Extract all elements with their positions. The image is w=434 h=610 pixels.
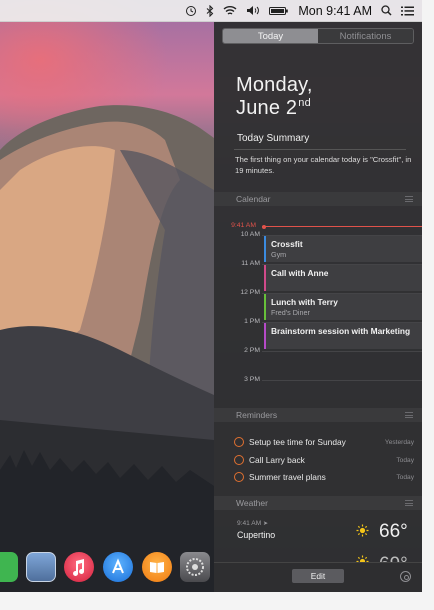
- drag-handle-icon[interactable]: [405, 412, 413, 418]
- reminder-label: Call Larry back: [249, 455, 305, 465]
- tab-notifications[interactable]: Notifications: [318, 29, 413, 43]
- drag-handle-icon[interactable]: [405, 196, 413, 202]
- calendar-event[interactable]: Call with Anne: [264, 265, 422, 291]
- hour-line: [262, 380, 422, 381]
- reminder-label: Setup tee time for Sunday: [249, 437, 346, 447]
- hour-label: 10 AM: [240, 231, 260, 238]
- view-segmented-control: Today Notifications: [222, 28, 414, 44]
- weather-section-title: Weather: [236, 498, 268, 508]
- app-store-icon[interactable]: [103, 552, 133, 582]
- notification-center-icon[interactable]: [401, 0, 414, 22]
- reminder-item[interactable]: Setup tee time for Sunday Yesterday: [234, 435, 414, 449]
- reminder-label: Summer travel plans: [249, 472, 326, 482]
- tab-today[interactable]: Today: [223, 29, 318, 43]
- reminder-due: Today: [396, 456, 414, 464]
- event-title: Brainstorm session with Marketing: [271, 326, 411, 336]
- event-title: Call with Anne: [271, 268, 329, 278]
- event-title: Crossfit: [271, 239, 303, 249]
- ibooks-icon[interactable]: [142, 552, 172, 582]
- calendar-event[interactable]: Brainstorm session with Marketing: [264, 323, 422, 349]
- event-location: Fred's Diner: [271, 308, 310, 317]
- weather-temperature: 66°: [379, 521, 408, 542]
- hour-label: 12 PM: [240, 289, 260, 296]
- hour-line: [262, 351, 422, 352]
- facetime-icon[interactable]: [0, 552, 18, 582]
- bluetooth-icon[interactable]: [206, 0, 214, 22]
- edit-bar: Edit: [214, 562, 422, 592]
- volume-icon[interactable]: [246, 0, 260, 22]
- calendar-event[interactable]: Lunch with Terry Fred's Diner: [264, 294, 422, 320]
- reminder-due: Yesterday: [384, 438, 414, 446]
- date-ordinal-suffix: nd: [298, 97, 311, 110]
- calendar-section-title: Calendar: [236, 194, 271, 204]
- summary-divider: [234, 149, 406, 150]
- calendar-section-header[interactable]: Calendar: [214, 192, 422, 206]
- today-summary-title: Today Summary: [237, 133, 310, 144]
- reminders-section-header[interactable]: Reminders: [214, 408, 422, 422]
- reminder-item[interactable]: Call Larry back Today: [234, 453, 414, 467]
- event-title: Lunch with Terry: [271, 297, 338, 307]
- location-arrow-icon: ➤: [263, 521, 269, 527]
- today-summary-text: The first thing on your calendar today i…: [235, 155, 412, 175]
- current-time-line: [262, 226, 422, 227]
- reminder-checkbox[interactable]: [234, 472, 244, 482]
- wifi-icon[interactable]: [223, 0, 237, 22]
- gear-icon[interactable]: [400, 571, 411, 582]
- menu-bar: Mon 9:41 AM: [0, 0, 422, 22]
- reminder-checkbox[interactable]: [234, 455, 244, 465]
- battery-icon[interactable]: [269, 0, 289, 22]
- system-preferences-icon[interactable]: [180, 552, 210, 582]
- date-weekday: Monday,: [236, 74, 313, 96]
- hour-label: 1 PM: [244, 318, 260, 325]
- weather-time: 9:41 AM ➤: [237, 520, 268, 527]
- sun-icon: [356, 524, 369, 537]
- preview-icon[interactable]: [26, 552, 56, 582]
- weather-city: Cupertino: [237, 530, 276, 540]
- notification-center-panel: Today Notifications Monday, June 2nd Tod…: [214, 22, 422, 592]
- weather-time-text: 9:41 AM: [237, 520, 262, 527]
- calendar-event[interactable]: Crossfit Gym: [264, 236, 422, 262]
- reminder-due: Today: [396, 473, 414, 481]
- drag-handle-icon[interactable]: [405, 500, 413, 506]
- hour-label: 11 AM: [241, 260, 260, 267]
- weather-section-header[interactable]: Weather: [214, 496, 422, 510]
- itunes-icon[interactable]: [64, 552, 94, 582]
- current-time-dot: [262, 224, 266, 229]
- current-time-label: 9:41 AM: [231, 222, 256, 229]
- date-day: June 2nd: [236, 97, 311, 120]
- spotlight-icon[interactable]: [381, 0, 392, 22]
- event-location: Gym: [271, 250, 287, 259]
- hour-label: 2 PM: [244, 347, 260, 354]
- hour-label: 3 PM: [244, 376, 260, 383]
- reminders-section-title: Reminders: [236, 410, 278, 420]
- edit-button[interactable]: Edit: [292, 569, 344, 583]
- reminder-item[interactable]: Summer travel plans Today: [234, 470, 414, 484]
- time-machine-icon[interactable]: [185, 0, 197, 22]
- reminder-checkbox[interactable]: [234, 437, 244, 447]
- menu-bar-clock[interactable]: Mon 9:41 AM: [298, 0, 372, 22]
- date-month-day: June 2: [236, 97, 298, 119]
